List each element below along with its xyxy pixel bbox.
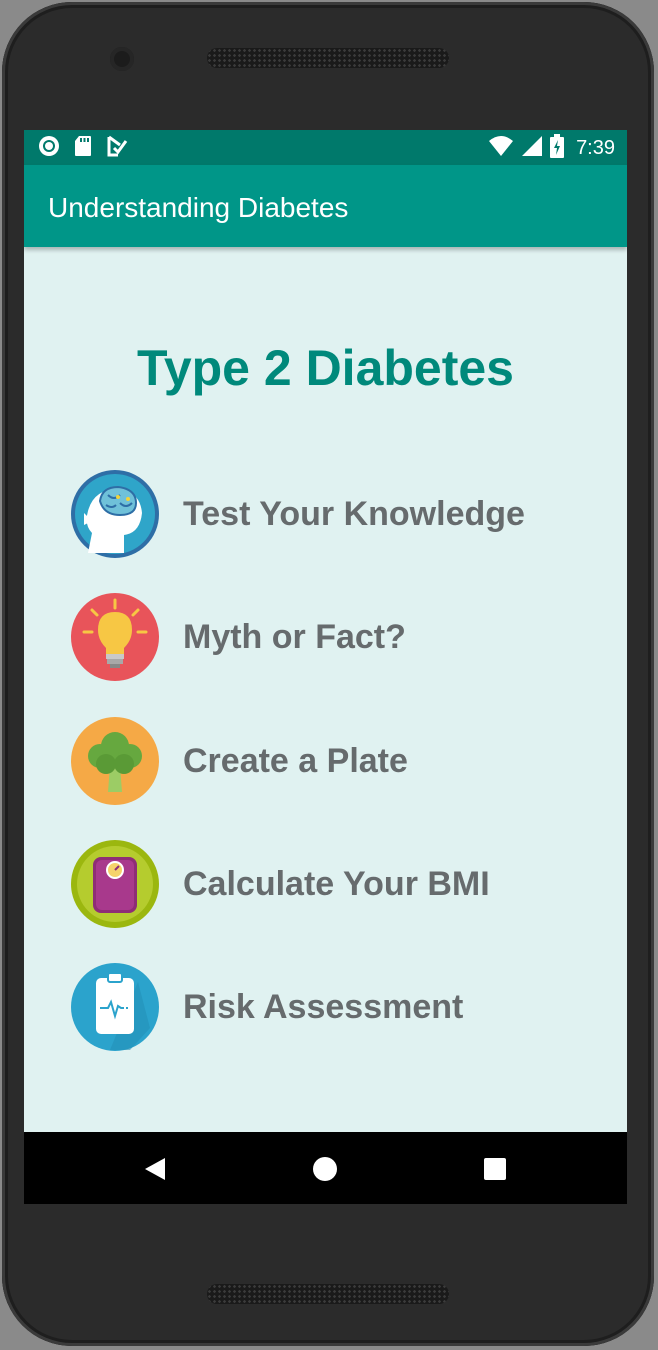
main-content: Type 2 Diabetes Test Your Knowledge Myth… <box>24 247 627 1132</box>
app-title: Understanding Diabetes <box>48 192 349 223</box>
menu-item-label: Create a Plate <box>183 741 408 780</box>
menu-item-label: Calculate Your BMI <box>183 864 490 903</box>
record-icon <box>38 135 60 162</box>
bathroom-scale-icon <box>70 839 160 929</box>
status-bar: 7:39 <box>24 130 627 165</box>
home-icon[interactable] <box>310 1154 340 1184</box>
signal-icon <box>522 135 543 161</box>
download-check-icon <box>106 135 128 162</box>
status-clock: 7:39 <box>576 136 615 159</box>
sd-card-icon <box>74 135 92 162</box>
menu-item-create-a-plate[interactable]: Create a Plate <box>70 716 590 806</box>
brain-head-icon <box>70 469 160 559</box>
menu-item-label: Risk Assessment <box>183 987 464 1026</box>
back-icon[interactable] <box>140 1154 170 1184</box>
menu-item-calculate-your-bmi[interactable]: Calculate Your BMI <box>70 839 590 929</box>
battery-charging-icon <box>550 133 565 163</box>
front-camera <box>110 47 134 71</box>
page-heading: Type 2 Diabetes <box>136 340 514 396</box>
menu-item-risk-assessment[interactable]: Risk Assessment <box>70 962 590 1052</box>
device-screen: 7:39 Understanding Diabetes Type 2 Diabe… <box>24 130 627 1204</box>
lightbulb-icon <box>70 592 160 682</box>
clipboard-heartbeat-icon <box>70 962 160 1052</box>
menu-item-label: Myth or Fact? <box>183 617 406 656</box>
navigation-bar <box>24 1132 627 1204</box>
top-speaker-grille <box>207 48 449 68</box>
bottom-speaker-grille <box>207 1284 449 1304</box>
broccoli-icon <box>70 716 160 806</box>
wifi-icon <box>488 135 514 162</box>
menu-item-myth-or-fact[interactable]: Myth or Fact? <box>70 592 590 682</box>
app-bar: Understanding Diabetes <box>24 165 627 247</box>
menu-item-label: Test Your Knowledge <box>183 494 525 533</box>
menu-item-test-your-knowledge[interactable]: Test Your Knowledge <box>70 469 590 559</box>
recents-icon[interactable] <box>480 1154 510 1184</box>
